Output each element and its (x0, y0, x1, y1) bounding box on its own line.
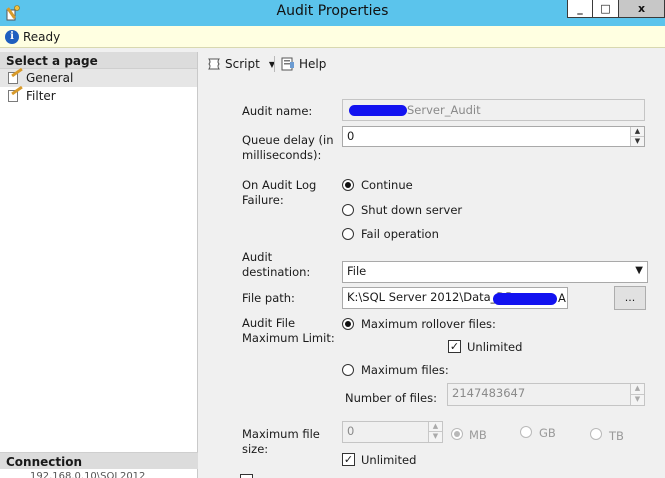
destination-value: File (347, 264, 367, 278)
chevron-down-icon: ▼ (635, 265, 643, 276)
queue-delay-spin[interactable]: ▲ ▼ (630, 127, 644, 146)
audit-name-input[interactable]: Server_Audit (342, 99, 645, 121)
redaction-mark (349, 105, 407, 116)
destination-label-line2: destination: (242, 265, 311, 279)
queue-delay-label-line1: Queue delay (in (242, 133, 334, 147)
file-path-input[interactable]: K:\SQL Server 2012\Data_DB A (342, 287, 568, 309)
script-button[interactable]: Script ▼ (206, 56, 275, 72)
destination-select[interactable]: File ▼ (342, 261, 648, 283)
redaction-mark (493, 293, 557, 305)
destination-label: Audit destination: (242, 250, 310, 280)
select-page-header: Select a page (0, 52, 197, 69)
help-book-icon (281, 57, 294, 71)
toolbar: Script ▼ Help (200, 52, 665, 76)
number-of-files-label: Number of files: (345, 391, 437, 405)
number-of-files-stepper[interactable]: 2147483647 ▲ ▼ (447, 383, 645, 406)
maximize-button[interactable]: □ (593, 0, 619, 18)
size-mb-label: MB (469, 428, 487, 442)
max-files-label: Maximum files: (361, 363, 449, 377)
spin-up-icon[interactable]: ▲ (631, 127, 644, 137)
script-icon (208, 58, 220, 70)
fail-operation-option-label: Fail operation (361, 227, 439, 241)
page-item-label: General (26, 71, 74, 85)
file-path-value-start: K:\SQL Server 2012\Data_DB (347, 290, 514, 304)
page-wand-icon (6, 67, 23, 85)
max-limit-label-line2: Maximum Limit: (242, 331, 335, 345)
max-file-size-label-line2: size: (242, 442, 269, 456)
max-limit-label: Audit File Maximum Limit: (242, 316, 335, 346)
shutdown-radio[interactable] (342, 204, 354, 216)
spin-down-icon[interactable]: ▼ (631, 395, 644, 406)
queue-delay-label: Queue delay (in milliseconds): (242, 133, 333, 163)
on-failure-label-line1: On Audit Log (242, 178, 317, 192)
max-file-size-label-line1: Maximum file (242, 427, 320, 441)
rollover-unlimited-checkbox[interactable]: ✓ (448, 340, 461, 353)
size-gb-radio[interactable] (520, 426, 532, 438)
connection-header: Connection (0, 452, 198, 469)
info-icon: i (5, 30, 19, 44)
spin-down-icon[interactable]: ▼ (631, 137, 644, 147)
on-failure-label: On Audit Log Failure: (242, 178, 316, 208)
queue-delay-label-line2: milliseconds): (242, 148, 322, 162)
file-path-label: File path: (242, 291, 295, 305)
spin-up-icon[interactable]: ▲ (631, 384, 644, 395)
max-file-size-stepper[interactable]: 0 ▲ ▼ (342, 421, 443, 443)
max-file-size-label: Maximum file size: (242, 427, 320, 457)
page-selector-pane: Select a page General Filter Connection … (0, 52, 198, 478)
help-label: Help (299, 57, 327, 71)
audit-name-label: Audit name: (242, 104, 313, 118)
page-item-label: Filter (26, 89, 56, 103)
max-file-size-value: 0 (347, 424, 355, 438)
queue-delay-stepper[interactable]: 0 ▲ ▼ (342, 126, 645, 147)
next-option-checkbox[interactable] (240, 474, 253, 478)
number-of-files-spin[interactable]: ▲ ▼ (630, 384, 644, 405)
close-button[interactable]: x (619, 0, 665, 18)
connection-value: 192.168.0.10\SQL2012 (30, 472, 146, 478)
page-item-general[interactable]: General (0, 67, 197, 87)
status-bar: i Ready (0, 26, 665, 48)
max-limit-label-line1: Audit File (242, 316, 296, 330)
spin-up-icon[interactable]: ▲ (429, 422, 442, 432)
help-button[interactable]: Help (280, 56, 326, 72)
audit-name-value: Server_Audit (407, 103, 481, 117)
max-files-radio[interactable] (342, 364, 354, 376)
shutdown-option-label: Shut down server (361, 203, 463, 217)
continue-option-label: Continue (361, 178, 413, 192)
page-item-filter[interactable]: Filter (0, 85, 197, 105)
fail-operation-radio[interactable] (342, 228, 354, 240)
window-title: Audit Properties (276, 3, 389, 19)
max-rollover-radio[interactable] (342, 318, 354, 330)
size-tb-radio[interactable] (590, 428, 602, 440)
continue-radio[interactable] (342, 179, 354, 191)
title-bar: Audit Properties _ □ x (0, 0, 665, 26)
rollover-unlimited-label: Unlimited (467, 340, 523, 354)
script-label: Script (225, 57, 260, 71)
size-tb-label: TB (609, 429, 624, 443)
file-path-value-end: A (558, 291, 566, 305)
destination-label-line1: Audit (242, 250, 273, 264)
size-unlimited-label: Unlimited (361, 453, 417, 467)
on-failure-label-line2: Failure: (242, 193, 284, 207)
window-controls: _ □ x (567, 0, 665, 18)
size-unlimited-checkbox[interactable]: ✓ (342, 453, 355, 466)
size-gb-label: GB (539, 426, 556, 440)
number-of-files-value: 2147483647 (452, 386, 526, 400)
max-file-size-spin[interactable]: ▲ ▼ (428, 422, 442, 442)
toolbar-separator (274, 56, 275, 72)
queue-delay-value: 0 (347, 129, 355, 143)
size-mb-radio[interactable] (451, 428, 463, 440)
minimize-button[interactable]: _ (567, 0, 593, 18)
max-rollover-label: Maximum rollover files: (361, 317, 496, 331)
page-wand-icon (6, 85, 23, 103)
browse-button[interactable]: ... (614, 286, 646, 310)
spin-down-icon[interactable]: ▼ (429, 432, 442, 442)
status-text: Ready (23, 30, 61, 44)
